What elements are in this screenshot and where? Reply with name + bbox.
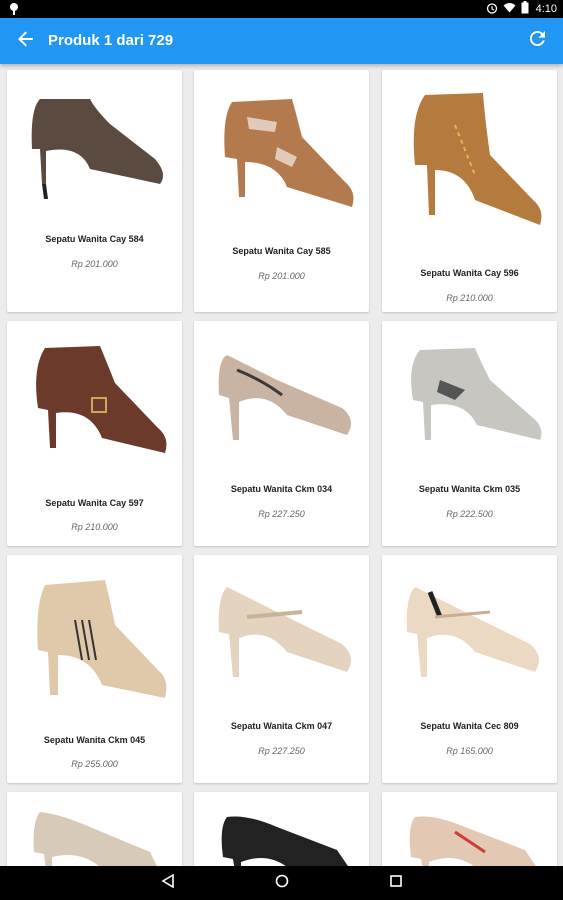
product-card[interactable]: Sepatu Wanita Ckm 035 Rp 222.500: [382, 321, 557, 546]
product-card[interactable]: Sepatu Wanita Cay 596 Rp 210.000: [382, 70, 557, 312]
shoe-shape: [31, 99, 163, 184]
nav-recents-button[interactable]: [386, 873, 406, 893]
app-bar: Produk 1 dari 729: [0, 18, 563, 64]
product-image: [382, 80, 557, 240]
product-image: [194, 82, 369, 222]
product-card[interactable]: [382, 792, 557, 866]
system-nav-bar: [0, 866, 563, 900]
product-price: Rp 255.000: [71, 759, 118, 769]
product-image: [194, 567, 369, 692]
product-card[interactable]: Sepatu Wanita Cay 597 Rp 210.000: [7, 321, 182, 546]
product-card[interactable]: Sepatu Wanita Ckm 045 Rp 255.000: [7, 555, 182, 783]
product-price: Rp 201.000: [71, 259, 118, 269]
product-image: [382, 335, 557, 455]
product-card[interactable]: [7, 792, 182, 866]
nav-home-button[interactable]: [272, 873, 292, 893]
product-image: [382, 802, 557, 866]
product-card[interactable]: [194, 792, 369, 866]
product-name: Sepatu Wanita Ckm 047: [230, 721, 333, 731]
nav-home-icon: [275, 874, 289, 893]
product-price: Rp 227.250: [258, 746, 305, 756]
product-price: Rp 210.000: [71, 522, 118, 532]
status-bar: 4:10: [0, 0, 563, 18]
product-price: Rp 227.250: [258, 509, 305, 519]
product-name: Sepatu Wanita Ckm 034: [230, 484, 333, 494]
product-card[interactable]: Sepatu Wanita Cay 585 Rp 201.000: [194, 70, 369, 312]
alarm-icon: [486, 2, 498, 17]
product-price: Rp 222.500: [446, 509, 493, 519]
product-name: Sepatu Wanita Cay 597: [45, 498, 144, 508]
product-price: Rp 165.000: [446, 746, 493, 756]
product-name: Sepatu Wanita Cay 585: [232, 246, 331, 256]
product-name: Sepatu Wanita Cec 809: [420, 721, 519, 731]
product-name: Sepatu Wanita Ckm 035: [418, 484, 521, 494]
product-card[interactable]: Sepatu Wanita Cec 809 Rp 165.000: [382, 555, 557, 783]
product-image: [382, 567, 557, 692]
back-button[interactable]: [14, 29, 38, 53]
nav-back-icon: [161, 873, 175, 893]
product-name: Sepatu Wanita Ckm 045: [43, 735, 146, 745]
nav-recents-icon: [390, 874, 402, 892]
page-title: Produk 1 dari 729: [48, 32, 174, 49]
refresh-icon: [529, 30, 545, 51]
product-name: Sepatu Wanita Cay 584: [45, 234, 144, 244]
product-image: [194, 802, 369, 866]
product-price: Rp 201.000: [258, 271, 305, 281]
product-grid: Sepatu Wanita Cay 584 Rp 201.000 Sepatu …: [0, 64, 563, 866]
product-image: [194, 335, 369, 455]
refresh-button[interactable]: [525, 29, 549, 53]
product-image: [7, 333, 182, 473]
wifi-icon: [503, 2, 516, 16]
product-card[interactable]: Sepatu Wanita Cay 584 Rp 201.000: [7, 70, 182, 312]
product-price: Rp 210.000: [446, 293, 493, 303]
arrow-back-icon: [18, 31, 34, 52]
nav-back-button[interactable]: [158, 873, 178, 893]
product-image: [7, 84, 182, 204]
product-card[interactable]: Sepatu Wanita Ckm 034 Rp 227.250: [194, 321, 369, 546]
product-name: Sepatu Wanita Cay 596: [420, 268, 519, 278]
product-image: [7, 565, 182, 715]
product-card[interactable]: Sepatu Wanita Ckm 047 Rp 227.250: [194, 555, 369, 783]
status-time: 4:10: [535, 3, 557, 15]
battery-icon: [521, 1, 529, 17]
product-image: [7, 802, 182, 866]
